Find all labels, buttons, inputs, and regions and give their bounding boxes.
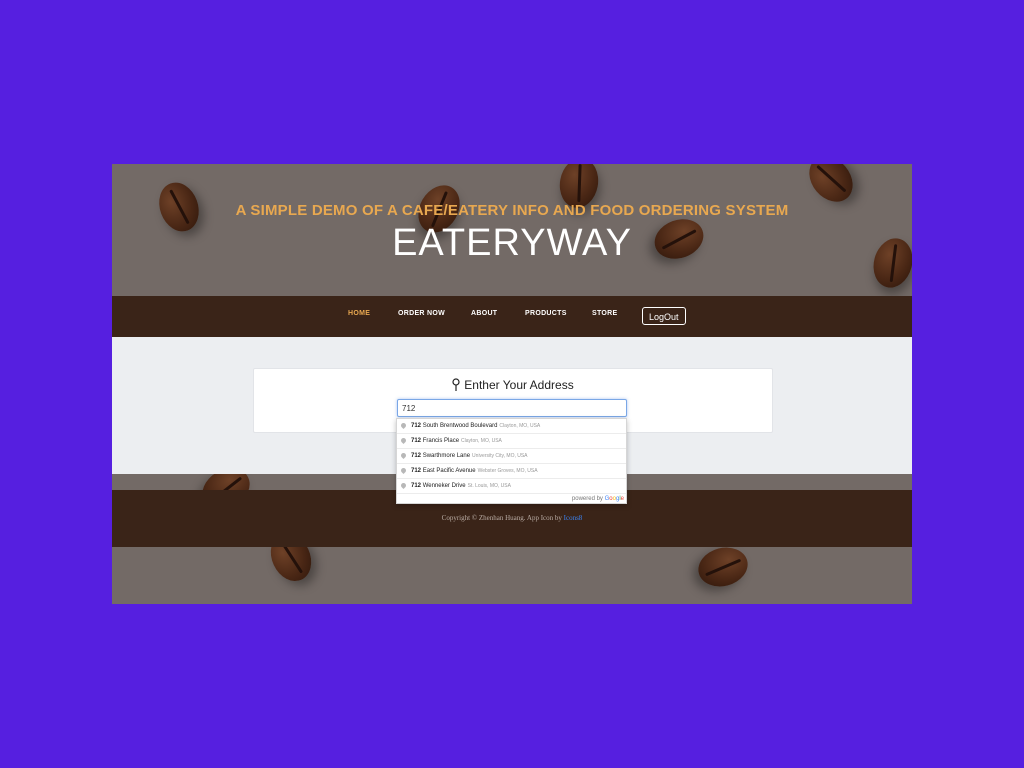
location-pin-icon [399, 451, 408, 459]
address-heading: Enther Your Address [254, 378, 772, 392]
location-pin-icon [399, 466, 408, 474]
address-heading-text: Enther Your Address [464, 378, 574, 392]
browser-viewport: A SIMPLE DEMO OF A CAFE/EATERY INFO AND … [112, 164, 912, 604]
location-pin-icon [399, 436, 408, 444]
address-input[interactable] [397, 399, 627, 417]
autocomplete-item[interactable]: 712 East Pacific Avenue Webster Groves, M… [397, 464, 626, 479]
autocomplete-item[interactable]: 712 Francis Place Clayton, MO, USA [397, 434, 626, 449]
autocomplete-item[interactable]: 712 Swarthmore Lane University City, MO, … [397, 449, 626, 464]
nav-home[interactable]: HOME [348, 310, 370, 317]
nav-about[interactable]: ABOUT [471, 310, 497, 317]
copyright-text: Copyright © Zhenhan Huang. App Icon by I… [112, 514, 912, 522]
nav-products[interactable]: PRODUCTS [525, 310, 567, 317]
icons8-link[interactable]: Icons8 [564, 514, 583, 522]
autocomplete-item[interactable]: 712 South Brentwood Boulevard Clayton, MO… [397, 419, 626, 434]
autocomplete-item[interactable]: 712 Wenneker Drive St. Louis, MO, USA [397, 479, 626, 494]
powered-by-google: powered by Google [571, 496, 624, 502]
site-title: EATERYWAY [392, 222, 632, 264]
location-pin-icon [399, 481, 408, 489]
logout-button[interactable]: LogOut [642, 307, 686, 325]
map-pin-icon [452, 378, 460, 391]
copyright-label: Copyright © Zhenhan Huang. App Icon by [441, 514, 564, 522]
address-autocomplete-dropdown: 712 South Brentwood Boulevard Clayton, MO… [396, 418, 627, 504]
main-navbar: HOME ORDER NOW ABOUT PRODUCTS STORE LogO… [112, 296, 912, 337]
nav-order-now[interactable]: ORDER NOW [398, 310, 445, 317]
nav-store[interactable]: STORE [592, 310, 618, 317]
hero-subtitle: A SIMPLE DEMO OF A CAFE/EATERY INFO AND … [235, 202, 789, 219]
location-pin-icon [399, 421, 408, 429]
coffee-bean-decoration [693, 542, 753, 592]
